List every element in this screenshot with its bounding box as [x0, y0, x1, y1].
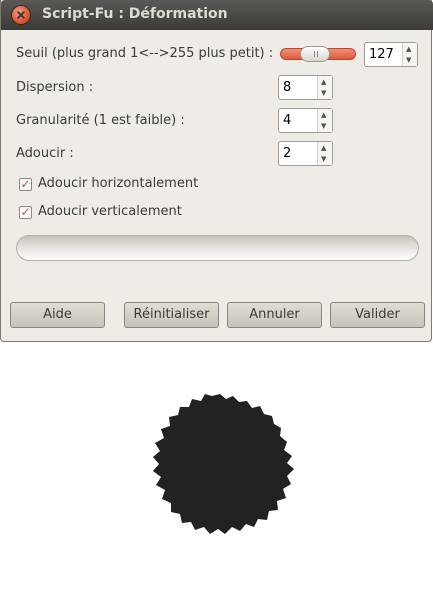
script-fu-dialog: Script-Fu : Déformation Seuil (plus gran… [0, 0, 433, 342]
threshold-label: Seuil (plus grand 1<-->255 plus petit) : [16, 46, 274, 61]
spread-spinbox[interactable]: 8 ▲ ▼ [278, 75, 333, 100]
spread-spin-arrows[interactable]: ▲ ▼ [317, 76, 332, 99]
smooth-label: Adoucir : [16, 146, 74, 161]
granularity-value[interactable]: 4 [283, 113, 291, 128]
cancel-button[interactable]: Annuler [227, 302, 322, 328]
spin-down-icon[interactable]: ▼ [406, 56, 411, 64]
threshold-spin-arrows[interactable]: ▲ ▼ [402, 43, 417, 66]
smooth-horizontal-checkbox[interactable]: ✓ [19, 178, 32, 191]
blob-shape [153, 394, 294, 534]
smooth-spin-arrows[interactable]: ▲ ▼ [317, 142, 332, 165]
threshold-spinbox[interactable]: 127 ▲ ▼ [364, 42, 418, 67]
spin-up-icon[interactable]: ▲ [321, 78, 326, 86]
spin-up-icon[interactable]: ▲ [321, 144, 326, 152]
granularity-spinbox[interactable]: 4 ▲ ▼ [278, 108, 333, 133]
reset-button[interactable]: Réinitialiser [124, 302, 219, 328]
close-icon[interactable] [12, 6, 30, 24]
smooth-vertical-checkbox[interactable]: ✓ [19, 206, 32, 219]
spread-label: Dispersion : [16, 80, 94, 95]
help-button[interactable]: Aide [10, 302, 105, 328]
ok-button[interactable]: Valider [330, 302, 425, 328]
granularity-spin-arrows[interactable]: ▲ ▼ [317, 109, 332, 132]
window-title: Script-Fu : Déformation [42, 6, 228, 22]
title-bar[interactable]: Script-Fu : Déformation [1, 0, 433, 30]
progress-bar [16, 235, 419, 261]
spin-up-icon[interactable]: ▲ [321, 111, 326, 119]
smooth-value[interactable]: 2 [283, 146, 291, 161]
spread-value[interactable]: 8 [283, 80, 291, 95]
distorted-blob-image [153, 394, 294, 534]
granularity-label: Granularité (1 est faible) : [16, 113, 185, 128]
spin-up-icon[interactable]: ▲ [406, 45, 411, 53]
smooth-spinbox[interactable]: 2 ▲ ▼ [278, 141, 333, 166]
spin-down-icon[interactable]: ▼ [321, 155, 326, 163]
threshold-value[interactable]: 127 [369, 47, 394, 62]
smooth-vertical-label[interactable]: Adoucir verticalement [38, 204, 182, 219]
threshold-slider-handle[interactable] [300, 46, 330, 62]
smooth-horizontal-label[interactable]: Adoucir horizontalement [38, 176, 198, 191]
spin-down-icon[interactable]: ▼ [321, 89, 326, 97]
spin-down-icon[interactable]: ▼ [321, 122, 326, 130]
